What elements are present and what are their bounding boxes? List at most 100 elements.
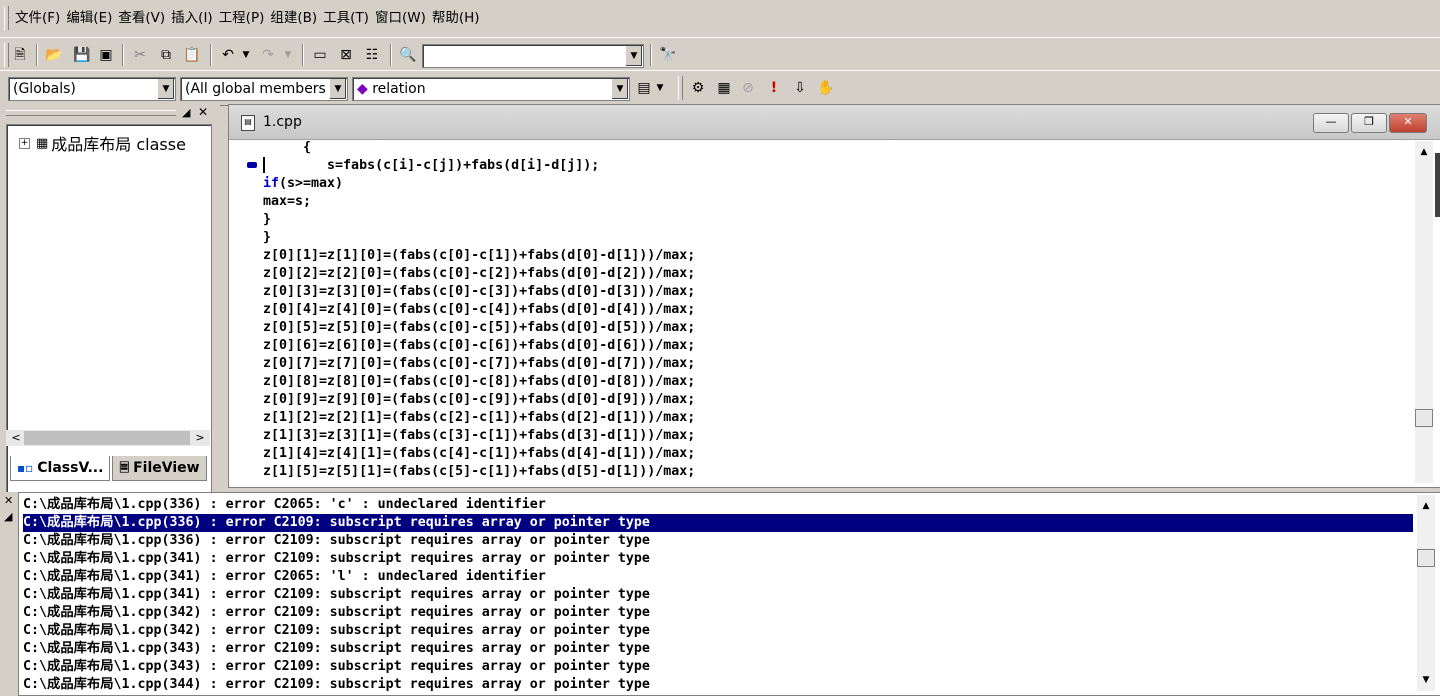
- go-icon[interactable]: ⇩: [790, 78, 810, 98]
- find-icon[interactable]: 🔭: [658, 45, 678, 65]
- undo-icon[interactable]: ↶: [218, 45, 238, 65]
- scroll-thumb[interactable]: [1415, 409, 1433, 427]
- save-icon[interactable]: 💾: [72, 45, 92, 65]
- code-line: z[0][8]=z[8][0]=(fabs(c[0]-c[8])+fabs(d[…: [263, 374, 696, 389]
- tab-fileview[interactable]: 🗏 FileView: [112, 456, 207, 481]
- close-button[interactable]: ✕: [1389, 113, 1427, 133]
- find-in-files-icon[interactable]: 🔍: [398, 45, 418, 65]
- toolbar-grip[interactable]: [678, 76, 683, 100]
- output-line[interactable]: C:\成品库布局\1.cpp(343) : error C2109: subsc…: [23, 658, 1413, 676]
- panel-close-icon[interactable]: ✕: [198, 105, 208, 119]
- workspace-tabs: ▪▫ ClassV... 🗏 FileView: [10, 456, 207, 482]
- members-combo[interactable]: (All global members ▼: [180, 77, 348, 101]
- code-line: z[1][3]=z[3][1]=(fabs(c[3]-c[1])+fabs(d[…: [263, 428, 696, 443]
- execute-icon[interactable]: !: [764, 78, 784, 98]
- output-close-icon[interactable]: ✕: [4, 494, 13, 507]
- chevron-down-icon[interactable]: ▼: [625, 46, 642, 66]
- menu-item[interactable]: 编辑(E): [63, 0, 115, 37]
- compile-icon[interactable]: ⚙: [688, 78, 708, 98]
- breakpoint-hand-icon[interactable]: ✋: [816, 78, 836, 98]
- output-line[interactable]: C:\成品库布局\1.cpp(336) : error C2065: 'c' :…: [23, 496, 1413, 514]
- function-name: relation: [372, 81, 426, 97]
- toolbar-separator: [390, 44, 392, 66]
- panel-grip[interactable]: [6, 110, 176, 116]
- menu-item[interactable]: 工程(P): [216, 0, 268, 37]
- minimize-button[interactable]: —: [1313, 113, 1349, 133]
- tree-root-item[interactable]: + ▦ 成品库布局 classe: [19, 131, 186, 155]
- menu-item[interactable]: 组建(B): [267, 0, 320, 37]
- scroll-right-icon[interactable]: >: [192, 430, 208, 446]
- new-file-icon[interactable]: 🗎: [10, 45, 30, 65]
- menubar-grip[interactable]: [4, 6, 9, 30]
- workspace-icon[interactable]: ▭: [310, 45, 330, 65]
- scroll-down-icon[interactable]: ▼: [1417, 671, 1435, 689]
- members-combo-value: (All global members: [185, 81, 326, 97]
- scroll-thumb[interactable]: [24, 431, 190, 445]
- output-panel-grip[interactable]: ✕ ◢: [0, 492, 18, 694]
- scroll-up-icon[interactable]: ▲: [1417, 497, 1435, 515]
- output-line[interactable]: C:\成品库布局\1.cpp(342) : error C2109: subsc…: [23, 604, 1413, 622]
- scroll-left-icon[interactable]: <: [8, 430, 24, 446]
- build-icon[interactable]: ▦: [714, 78, 734, 98]
- output-dock-icon[interactable]: ◢: [4, 510, 12, 523]
- menu-item[interactable]: 窗口(W): [372, 0, 429, 37]
- stop-build-icon[interactable]: ⊘: [738, 78, 758, 98]
- window-list-icon[interactable]: ☷: [362, 45, 382, 65]
- build-output-list[interactable]: C:\成品库布局\1.cpp(336) : error C2065: 'c' :…: [23, 496, 1413, 694]
- output-line[interactable]: C:\成品库布局\1.cpp(336) : error C2109: subsc…: [23, 532, 1413, 550]
- output-line[interactable]: C:\成品库布局\1.cpp(343) : error C2109: subsc…: [23, 640, 1413, 658]
- function-icon: ◆: [357, 81, 368, 97]
- copy-icon[interactable]: ⧉: [156, 45, 176, 65]
- find-combo[interactable]: ▼: [422, 44, 644, 68]
- panel-dock-icon[interactable]: ◢: [182, 106, 190, 119]
- wizard-dropdown-icon[interactable]: ▼: [654, 78, 666, 98]
- tree-horizontal-scrollbar[interactable]: < >: [6, 430, 210, 446]
- undo-dropdown-icon[interactable]: ▼: [240, 45, 252, 65]
- scroll-thumb[interactable]: [1417, 549, 1435, 567]
- toolbar-grip[interactable]: [4, 43, 9, 67]
- paste-icon[interactable]: 📋: [182, 45, 202, 65]
- editor-title-bar[interactable]: ▤ 1.cpp — ❐ ✕: [229, 105, 1440, 140]
- redo-icon[interactable]: ↷: [258, 45, 278, 65]
- toolbar-separator: [302, 44, 304, 66]
- menu-item[interactable]: 文件(F): [12, 0, 63, 37]
- wizard-action-icon[interactable]: ▤: [634, 78, 654, 98]
- redo-dropdown-icon[interactable]: ▼: [282, 45, 294, 65]
- code-area[interactable]: { s=fabs(c[i]-c[j])+fabs(d[i]-d[j]); if(s…: [263, 139, 1413, 485]
- menu-item[interactable]: 插入(I): [168, 0, 216, 37]
- output-line[interactable]: C:\成品库布局\1.cpp(336) : error C2109: subsc…: [23, 514, 1413, 532]
- code-line: z[1][5]=z[5][1]=(fabs(c[5]-c[1])+fabs(d[…: [263, 464, 696, 479]
- scroll-up-icon[interactable]: ▲: [1415, 143, 1433, 161]
- menu-item[interactable]: 查看(V): [115, 0, 168, 37]
- output-line[interactable]: C:\成品库布局\1.cpp(344) : error C2109: subsc…: [23, 676, 1413, 694]
- cut-icon[interactable]: ✂: [130, 45, 150, 65]
- restore-button[interactable]: ❐: [1351, 113, 1387, 133]
- scope-combo[interactable]: (Globals) ▼: [8, 77, 176, 101]
- expand-icon[interactable]: +: [19, 137, 30, 149]
- output-line[interactable]: C:\成品库布局\1.cpp(341) : error C2109: subsc…: [23, 550, 1413, 568]
- toolbar-separator: [210, 44, 212, 66]
- output-line[interactable]: C:\成品库布局\1.cpp(341) : error C2065: 'l' :…: [23, 568, 1413, 586]
- output-vertical-scrollbar[interactable]: ▲ ▼: [1417, 495, 1435, 691]
- code-line: z[0][3]=z[3][0]=(fabs(c[0]-c[3])+fabs(d[…: [263, 284, 696, 299]
- document-icon: ▤: [241, 115, 255, 131]
- code-line: z[0][5]=z[5][0]=(fabs(c[0]-c[5])+fabs(d[…: [263, 320, 696, 335]
- output-window-icon[interactable]: ⊠: [336, 45, 356, 65]
- function-combo-value: ◆ relation: [357, 78, 426, 100]
- output-line[interactable]: C:\成品库布局\1.cpp(341) : error C2109: subsc…: [23, 586, 1413, 604]
- menu-item[interactable]: 帮助(H): [429, 0, 483, 37]
- editor-vertical-scrollbar[interactable]: ▲: [1415, 141, 1433, 483]
- editor-window: ▤ 1.cpp — ❐ ✕ { s=fabs(c[i]-c[j])+fabs(d…: [228, 104, 1440, 488]
- open-folder-icon[interactable]: 📂: [44, 45, 64, 65]
- function-combo[interactable]: ◆ relation ▼: [352, 77, 630, 101]
- splitter-handle[interactable]: [1435, 153, 1440, 217]
- chevron-down-icon[interactable]: ▼: [329, 79, 346, 99]
- code-line: max=s;: [263, 194, 312, 209]
- chevron-down-icon[interactable]: ▼: [611, 79, 628, 99]
- menu-item[interactable]: 工具(T): [320, 0, 372, 37]
- tab-classview[interactable]: ▪▫ ClassV...: [10, 456, 111, 481]
- chevron-down-icon[interactable]: ▼: [157, 79, 174, 99]
- save-all-icon[interactable]: ▣: [96, 45, 116, 65]
- code-line: if(s>=max): [263, 176, 344, 191]
- output-line[interactable]: C:\成品库布局\1.cpp(342) : error C2109: subsc…: [23, 622, 1413, 640]
